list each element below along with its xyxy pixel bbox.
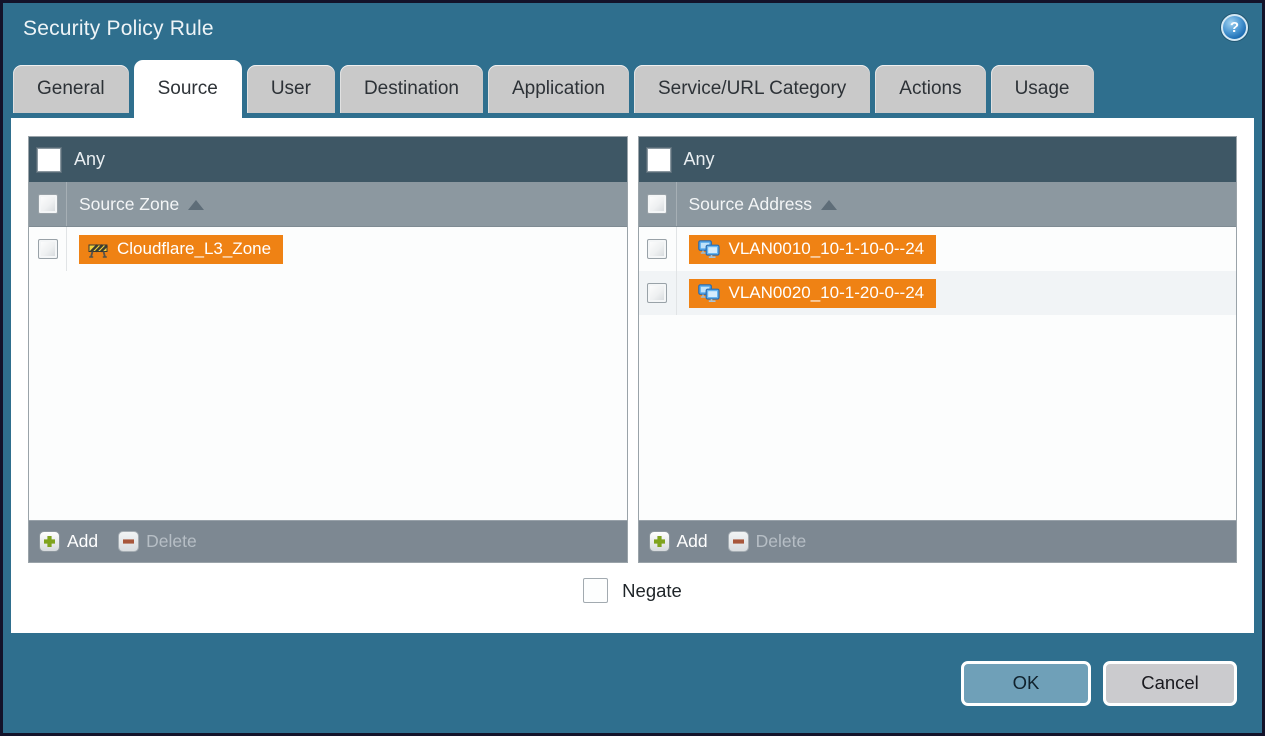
tab-service-url-category[interactable]: Service/URL Category bbox=[633, 65, 871, 113]
tab-general[interactable]: General bbox=[13, 65, 129, 113]
ok-button[interactable]: OK bbox=[961, 660, 1091, 706]
tab-destination[interactable]: Destination bbox=[339, 65, 483, 113]
source-address-any-label: Any bbox=[683, 149, 715, 169]
source-zone-column-header[interactable]: Source Zone bbox=[29, 182, 627, 227]
dialog-titlebar: Security Policy Rule ? bbox=[3, 3, 1262, 55]
source-zone-any-checkbox[interactable] bbox=[37, 147, 61, 172]
delete-label: Delete bbox=[146, 531, 197, 551]
source-zone-select-all-checkbox[interactable] bbox=[37, 194, 58, 214]
row-checkbox[interactable] bbox=[647, 239, 667, 259]
source-zone-any-label: Any bbox=[74, 149, 106, 169]
source-address-panel: Any Source Address VLAN0010_10-1-10-0--2 bbox=[637, 136, 1237, 563]
dialog-body: Any Source Zone Cloudflare_L3_Zone Add D… bbox=[11, 118, 1254, 633]
tab-user[interactable]: User bbox=[246, 65, 335, 113]
delete-button[interactable]: Delete bbox=[727, 531, 807, 552]
source-address-column-header[interactable]: Source Address bbox=[638, 182, 1236, 227]
zone-icon bbox=[88, 243, 108, 258]
cancel-button[interactable]: Cancel bbox=[1103, 660, 1237, 706]
zone-chip-label: Cloudflare_L3_Zone bbox=[117, 239, 272, 258]
negate-label: Negate bbox=[622, 579, 682, 601]
source-zone-column-label: Source Zone bbox=[79, 193, 180, 214]
source-address-list: VLAN0010_10-1-10-0--24 VLAN0020_10-1-20-… bbox=[638, 227, 1237, 520]
zone-chip[interactable]: Cloudflare_L3_Zone bbox=[79, 234, 284, 264]
tab-actions[interactable]: Actions bbox=[875, 65, 986, 113]
table-row[interactable]: Cloudflare_L3_Zone bbox=[29, 227, 627, 271]
address-chip[interactable]: VLAN0020_10-1-20-0--24 bbox=[688, 278, 937, 308]
add-label: Add bbox=[67, 531, 99, 551]
tab-usage[interactable]: Usage bbox=[990, 65, 1094, 113]
security-policy-rule-dialog: Security Policy Rule ? General Source Us… bbox=[0, 0, 1265, 736]
delete-label: Delete bbox=[755, 531, 807, 551]
tab-source[interactable]: Source bbox=[133, 60, 242, 118]
table-row[interactable]: VLAN0020_10-1-20-0--24 bbox=[638, 271, 1236, 315]
source-zone-panel: Any Source Zone Cloudflare_L3_Zone Add D… bbox=[28, 136, 628, 563]
plus-icon bbox=[648, 531, 670, 552]
source-address-any-checkbox[interactable] bbox=[646, 147, 671, 172]
negate-row: Negate bbox=[28, 578, 1237, 603]
address-icon bbox=[697, 284, 720, 302]
add-button[interactable]: Add bbox=[39, 531, 98, 552]
tab-bar: General Source User Destination Applicat… bbox=[3, 55, 1262, 118]
table-row[interactable]: VLAN0010_10-1-10-0--24 bbox=[639, 227, 1237, 271]
sort-ascending-icon bbox=[821, 200, 838, 210]
source-address-column-label: Source Address bbox=[688, 193, 813, 214]
add-label: Add bbox=[676, 531, 708, 551]
negate-checkbox[interactable] bbox=[583, 578, 609, 603]
source-address-toolbar: Add Delete bbox=[638, 520, 1236, 562]
row-checkbox[interactable] bbox=[37, 239, 58, 259]
add-button[interactable]: Add bbox=[648, 531, 708, 552]
minus-icon bbox=[727, 531, 749, 552]
tab-application[interactable]: Application bbox=[488, 65, 629, 113]
sort-ascending-icon bbox=[188, 200, 205, 210]
source-zone-any-row: Any bbox=[29, 137, 627, 182]
address-chip[interactable]: VLAN0010_10-1-10-0--24 bbox=[688, 234, 937, 264]
help-icon[interactable]: ? bbox=[1221, 14, 1248, 41]
minus-icon bbox=[118, 531, 140, 552]
source-address-any-row: Any bbox=[638, 137, 1236, 182]
delete-button[interactable]: Delete bbox=[118, 531, 197, 552]
dialog-footer: OK Cancel bbox=[3, 633, 1262, 733]
address-icon bbox=[697, 240, 720, 258]
source-address-select-all-checkbox[interactable] bbox=[647, 194, 667, 214]
address-chip-label: VLAN0010_10-1-10-0--24 bbox=[728, 239, 925, 258]
dialog-title: Security Policy Rule bbox=[23, 17, 214, 40]
plus-icon bbox=[39, 531, 60, 552]
address-chip-label: VLAN0020_10-1-20-0--24 bbox=[728, 283, 925, 302]
source-zone-toolbar: Add Delete bbox=[29, 520, 627, 562]
source-zone-list: Cloudflare_L3_Zone bbox=[29, 227, 627, 520]
row-checkbox[interactable] bbox=[647, 283, 667, 303]
